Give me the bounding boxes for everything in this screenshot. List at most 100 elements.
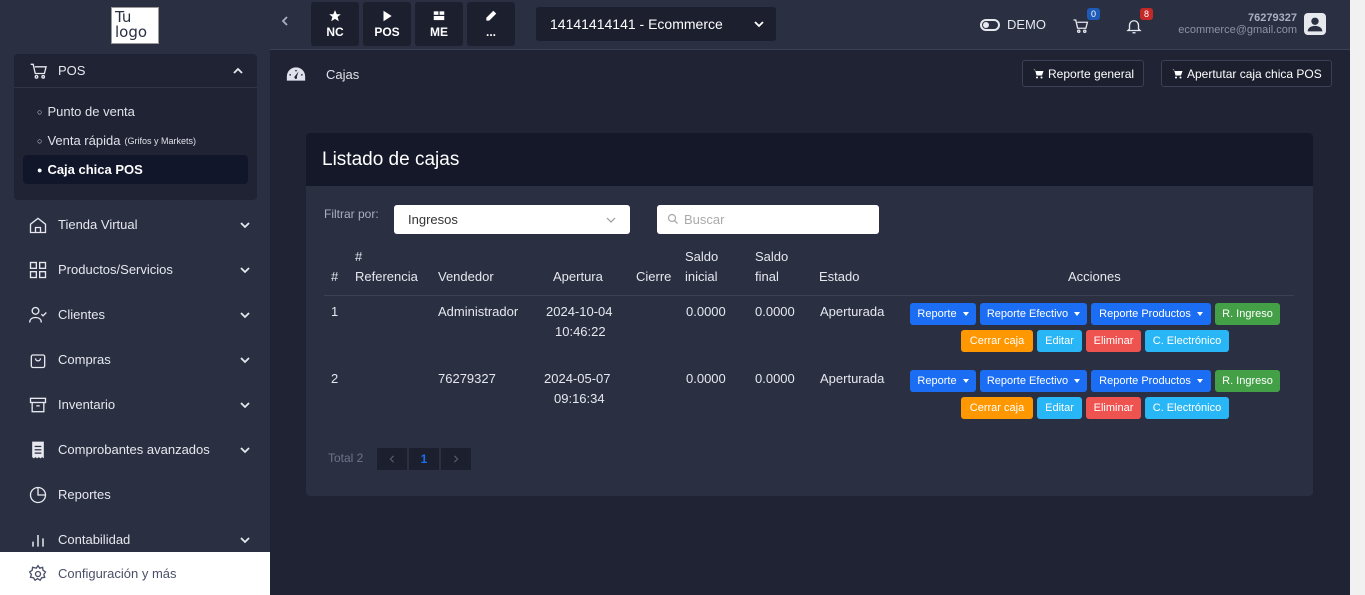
quick-button-more[interactable]: ... xyxy=(467,2,515,46)
quick-button-label: NC xyxy=(326,25,344,39)
pagination-page-label: 1 xyxy=(420,452,428,466)
sidebar-subitem-punto-venta[interactable]: ○ Punto de venta xyxy=(23,97,248,126)
col-header-apertura: Apertura xyxy=(553,269,603,284)
delete-button[interactable]: Eliminar xyxy=(1086,397,1141,419)
search-input[interactable] xyxy=(657,205,879,234)
gear-icon xyxy=(28,563,47,581)
report-dropdown-button[interactable]: Reporte xyxy=(910,303,976,325)
button-label: Eliminar xyxy=(1093,335,1134,347)
pencil-icon xyxy=(486,10,497,21)
collapse-sidebar-button[interactable] xyxy=(280,14,298,34)
card-header: Listado de cajas xyxy=(306,133,1313,186)
open-cash-box-button[interactable]: Apertutar caja chica POS xyxy=(1161,60,1332,87)
edit-button[interactable]: Editar xyxy=(1037,397,1082,419)
vertical-scrollbar[interactable] xyxy=(1350,0,1365,595)
caret-down-icon xyxy=(1196,379,1203,383)
sidebar-item-label: Comprobantes avanzados xyxy=(58,442,210,457)
sidebar-menu: Tienda Virtual Productos/Servicios Clien… xyxy=(0,202,270,562)
grid-icon xyxy=(29,261,47,278)
products-report-dropdown-button[interactable]: Reporte Productos xyxy=(1091,303,1211,325)
report-dropdown-button[interactable]: Reporte xyxy=(910,370,976,392)
cart-button[interactable]: 0 xyxy=(1072,8,1100,35)
sidebar-item-configuracion[interactable]: Configuración y más xyxy=(0,552,270,595)
dashboard-gauge-icon xyxy=(286,67,306,81)
sidebar-item-pos[interactable]: POS xyxy=(14,54,257,88)
button-label: R. Ingreso xyxy=(1222,375,1273,387)
button-label: Reporte Efectivo xyxy=(986,308,1069,320)
receipt-icon xyxy=(32,441,44,458)
chevron-down-icon xyxy=(754,21,764,28)
sidebar-item-clientes[interactable]: Clientes xyxy=(0,292,270,337)
col-header-acciones: Acciones xyxy=(1068,269,1121,284)
quick-button-nc[interactable]: NC xyxy=(311,2,359,46)
sidebar-subitem-caja-chica[interactable]: ● Caja chica POS xyxy=(23,155,248,184)
filter-select[interactable]: Ingresos xyxy=(394,205,630,234)
sidebar-item-inventario[interactable]: Inventario xyxy=(0,382,270,427)
general-report-button[interactable]: Reporte general xyxy=(1022,60,1145,87)
sidebar-subitem-label: Venta rápida xyxy=(47,133,121,148)
chevron-up-icon xyxy=(233,67,243,74)
header-divider xyxy=(324,295,1294,296)
close-cash-box-button[interactable]: Cerrar caja xyxy=(961,330,1033,352)
cell-apertura-time: 10:46:22 xyxy=(555,324,606,339)
notifications-button[interactable]: 8 xyxy=(1125,8,1153,35)
cell-estado: Aperturada xyxy=(820,304,885,319)
sidebar-item-compras[interactable]: Compras xyxy=(0,337,270,382)
caret-down-icon xyxy=(1074,379,1081,383)
logo[interactable]: Tu logo xyxy=(111,6,159,44)
bag-icon xyxy=(30,353,46,368)
col-header-saldo-final-1: Saldo xyxy=(755,249,789,264)
chevron-down-icon xyxy=(240,311,250,318)
pie-chart-icon xyxy=(29,486,47,503)
cash-report-dropdown-button[interactable]: Reporte Efectivo xyxy=(980,303,1087,325)
quick-button-pos[interactable]: POS xyxy=(363,2,411,46)
edit-button[interactable]: Editar xyxy=(1037,330,1082,352)
pagination-next-button[interactable] xyxy=(441,448,471,470)
pagination-page-button[interactable]: 1 xyxy=(409,448,439,470)
sidebar-item-label: Configuración y más xyxy=(58,566,177,581)
company-select[interactable]: 14141414141 - Ecommerce xyxy=(536,7,776,41)
income-report-button[interactable]: R. Ingreso xyxy=(1215,370,1280,392)
user-icon xyxy=(1307,17,1323,32)
sidebar-item-tienda-virtual[interactable]: Tienda Virtual xyxy=(0,202,270,247)
close-cash-box-button[interactable]: Cerrar caja xyxy=(961,397,1033,419)
toggle-icon xyxy=(980,18,1000,31)
avatar[interactable] xyxy=(1304,13,1326,35)
card-title: Listado de cajas xyxy=(322,148,460,170)
star-icon xyxy=(329,10,341,22)
quick-button-me[interactable]: ME xyxy=(415,2,463,46)
cart-icon xyxy=(30,63,47,79)
demo-label: DEMO xyxy=(1007,17,1046,32)
sidebar-item-productos[interactable]: Productos/Servicios xyxy=(0,247,270,292)
sidebar-item-label: Clientes xyxy=(58,307,105,322)
user-id: 76279327 xyxy=(1248,12,1297,24)
button-label: Apertutar caja chica POS xyxy=(1187,66,1322,81)
user-info[interactable]: 76279327 ecommerce@gmail.com xyxy=(1170,12,1297,36)
sidebar-item-label: Reportes xyxy=(58,487,111,502)
sidebar-subitem-venta-rapida[interactable]: ○ Venta rápida (Grifos y Markets) xyxy=(23,126,248,155)
breadcrumb: Cajas xyxy=(286,65,359,83)
button-label: Reporte Efectivo xyxy=(986,375,1069,387)
chevron-down-icon xyxy=(240,266,250,273)
cash-report-dropdown-button[interactable]: Reporte Efectivo xyxy=(980,370,1087,392)
cart-icon xyxy=(1172,69,1183,78)
col-header-referencia: Referencia xyxy=(355,269,418,284)
sidebar-item-reportes[interactable]: Reportes xyxy=(0,472,270,517)
caret-down-icon xyxy=(962,312,969,316)
demo-toggle[interactable]: DEMO xyxy=(980,17,1046,32)
sidebar-item-comprobantes[interactable]: Comprobantes avanzados xyxy=(0,427,270,472)
electronic-receipt-button[interactable]: C. Electrónico xyxy=(1145,330,1229,352)
logo-text-2: logo xyxy=(115,22,148,41)
sidebar-item-label: Productos/Servicios xyxy=(58,262,173,277)
income-report-button[interactable]: R. Ingreso xyxy=(1215,303,1280,325)
products-report-dropdown-button[interactable]: Reporte Productos xyxy=(1091,370,1211,392)
col-header-estado: Estado xyxy=(819,269,860,284)
pagination-prev-button[interactable] xyxy=(377,448,407,470)
delete-button[interactable]: Eliminar xyxy=(1086,330,1141,352)
play-icon xyxy=(383,10,392,22)
cell-apertura-time: 09:16:34 xyxy=(554,391,605,406)
electronic-receipt-button[interactable]: C. Electrónico xyxy=(1145,397,1229,419)
circle-icon: ○ xyxy=(37,135,43,146)
button-label: C. Electrónico xyxy=(1152,402,1222,414)
chevron-left-icon xyxy=(389,455,395,463)
